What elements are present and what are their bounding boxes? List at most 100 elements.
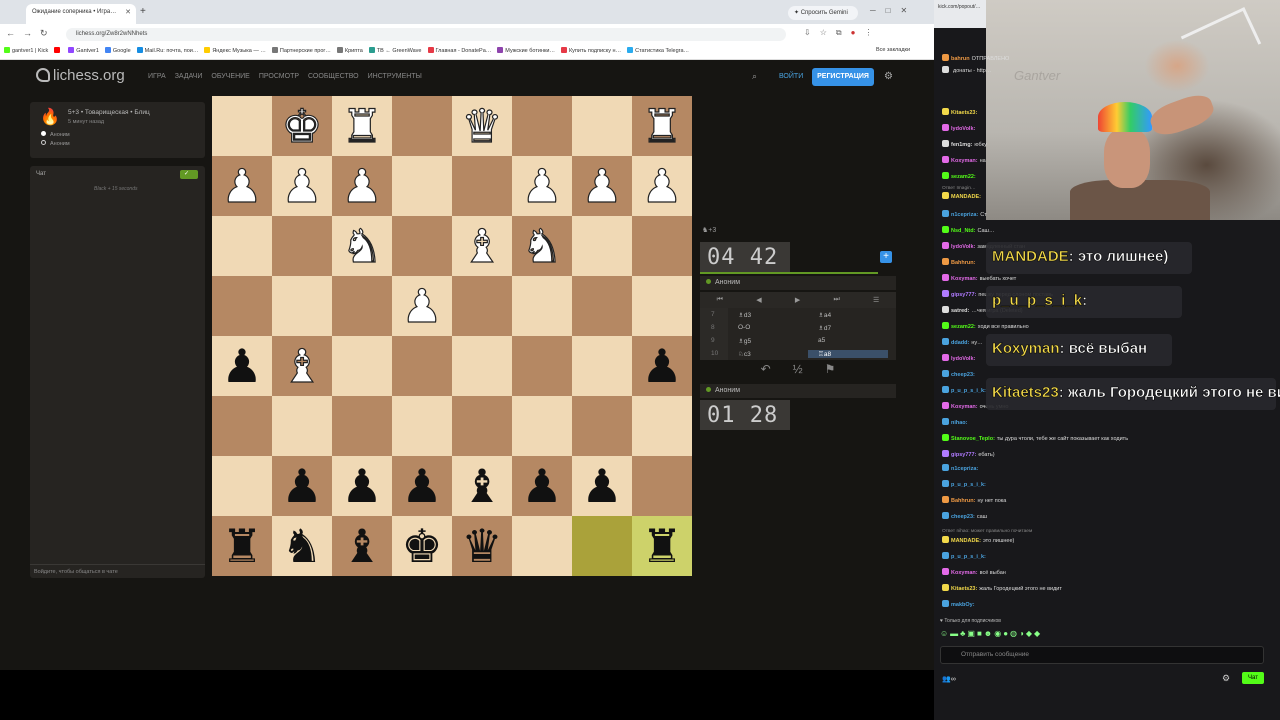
chat-username[interactable]: p_u_p_s_i_k: (951, 388, 986, 394)
bookmark-item[interactable]: Яндекс Музыка — … (204, 47, 266, 54)
move-san[interactable]: ♗g5 (728, 337, 808, 345)
board-square[interactable]: ♟ (632, 336, 692, 396)
url-field[interactable]: lichess.org/Zw8r2wNNhets (66, 28, 786, 41)
next-move-icon[interactable]: ▶ (795, 296, 800, 304)
send-message-input[interactable]: Отправить сообщение (940, 646, 1264, 664)
board-square[interactable] (212, 396, 272, 456)
chat-username[interactable]: n1cepriza: (951, 212, 978, 218)
reload-icon[interactable]: ↻ (40, 28, 56, 38)
move-san[interactable]: ♘c3 (728, 350, 808, 358)
black-queen-piece[interactable]: ♛ (461, 523, 502, 569)
white-pawn-piece[interactable]: ♟ (281, 162, 323, 209)
board-square[interactable] (272, 276, 332, 336)
nav-item[interactable]: ИГРА (148, 73, 166, 80)
nav-item[interactable]: ПРОСМОТР (259, 73, 299, 80)
board-square[interactable]: ♚ (392, 516, 452, 576)
board-square[interactable] (212, 96, 272, 156)
nav-buttons[interactable]: ←→↻ (6, 28, 56, 39)
board-square[interactable] (452, 396, 512, 456)
board-square[interactable]: ♟ (332, 156, 392, 216)
star-icon[interactable]: ☆ (820, 28, 836, 37)
takeback-icon[interactable]: ↶ (761, 362, 771, 380)
board-square[interactable]: ♝ (332, 516, 392, 576)
emote-bar[interactable]: ☺▬♣▣■☻◉●◍◑◆◆ (940, 629, 1042, 638)
board-square[interactable] (392, 396, 452, 456)
chat-username[interactable]: ddadd: (951, 340, 969, 346)
chat-username[interactable]: Koxyman: (951, 404, 978, 410)
board-square[interactable] (572, 276, 632, 336)
bookmark-item[interactable]: Мужские ботинки… (497, 47, 555, 54)
chat-username[interactable]: Bahhrun: (951, 260, 975, 266)
address-bar-icons[interactable]: ⇩☆⧉●⋮ (804, 28, 881, 38)
board-square[interactable] (632, 396, 692, 456)
white-pawn-piece[interactable]: ♟ (341, 162, 383, 209)
menu-icon[interactable]: ☰ (873, 296, 879, 304)
move-san[interactable]: ♗d7 (808, 324, 888, 332)
install-icon[interactable]: ⇩ (804, 28, 820, 37)
nav-item[interactable]: СООБЩЕСТВО (308, 73, 359, 80)
board-square[interactable]: ♝ (452, 216, 512, 276)
nav-item[interactable]: ОБУЧЕНИЕ (211, 73, 249, 80)
board-square[interactable]: ♟ (572, 456, 632, 516)
chat-username[interactable]: p_u_p_s_i_k: (951, 482, 986, 488)
black-knight-piece[interactable]: ♞ (281, 523, 322, 569)
board-square[interactable]: ♜ (332, 96, 392, 156)
new-tab-button[interactable]: + (140, 6, 146, 17)
white-rook-piece[interactable]: ♜ (341, 102, 383, 149)
board-square[interactable] (332, 276, 392, 336)
board-square[interactable]: ♞ (272, 516, 332, 576)
board-square[interactable] (572, 216, 632, 276)
black-pawn-piece[interactable]: ♟ (641, 343, 682, 389)
black-rook-piece[interactable]: ♜ (221, 523, 262, 569)
chat-username[interactable]: lydoVolk: (951, 244, 975, 250)
black-pawn-piece[interactable]: ♟ (401, 463, 442, 509)
bookmark-item[interactable]: Крипта (336, 47, 363, 54)
board-square[interactable] (392, 96, 452, 156)
chat-username[interactable]: sezam22: (951, 174, 976, 180)
chat-username[interactable]: fen1mg: (951, 142, 972, 148)
move-san[interactable]: ♗d3 (728, 311, 808, 319)
board-square[interactable]: ♟ (272, 456, 332, 516)
white-knight-piece[interactable]: ♞ (521, 222, 563, 269)
chat-username[interactable]: sezam22: (951, 324, 976, 330)
black-pawn-piece[interactable]: ♟ (281, 463, 322, 509)
board-square[interactable] (512, 396, 572, 456)
login-link[interactable]: ВОЙТИ (779, 73, 803, 80)
board-square[interactable] (212, 276, 272, 336)
chat-username[interactable]: lydoVolk: (951, 126, 975, 132)
chat-username[interactable]: Kitaets23: (951, 586, 977, 592)
signup-button[interactable]: РЕГИСТРАЦИЯ (812, 68, 874, 86)
board-square[interactable]: ♜ (632, 516, 692, 576)
board-square[interactable]: ♟ (272, 156, 332, 216)
board-square[interactable] (452, 336, 512, 396)
chat-username[interactable]: Koxyman: (951, 158, 978, 164)
board-square[interactable]: ♟ (572, 156, 632, 216)
chat-username[interactable]: nihao: (951, 420, 968, 426)
nav-item[interactable]: ЗАДАЧИ (175, 73, 203, 80)
black-rook-piece[interactable]: ♜ (641, 523, 682, 569)
bookmark-item[interactable]: Главная - DonatePa… (427, 47, 491, 54)
bookmark-item[interactable]: Партнерские прог… (271, 47, 331, 54)
chat-username[interactable]: cheep23: (951, 514, 975, 520)
board-square[interactable] (632, 216, 692, 276)
move-san[interactable]: ♗a4 (808, 311, 888, 319)
board-square[interactable] (392, 156, 452, 216)
search-icon[interactable]: ⌕ (752, 71, 757, 82)
white-bishop-piece[interactable]: ♝ (281, 342, 323, 389)
profile-icon[interactable]: ● (851, 28, 865, 37)
nav-item[interactable]: ИНСТРУМЕНТЫ (368, 73, 422, 80)
white-pawn-piece[interactable]: ♟ (221, 162, 263, 209)
board-square[interactable] (512, 516, 572, 576)
board-square[interactable]: ♟ (632, 156, 692, 216)
board-square[interactable] (332, 336, 392, 396)
chat-username[interactable]: MANDADE: (951, 538, 981, 544)
black-bishop-piece[interactable]: ♝ (341, 523, 382, 569)
menu-icon[interactable]: ⋮ (864, 28, 881, 37)
white-pawn-piece[interactable]: ♟ (641, 162, 683, 209)
chat-settings-icon[interactable]: ⚙ (1222, 673, 1230, 684)
all-bookmarks[interactable]: Все закладки (876, 47, 910, 53)
bookmark-item[interactable]: TB ← GreenWave (368, 47, 422, 54)
chat-input[interactable]: Войдите, чтобы общаться в чате (30, 564, 205, 578)
white-king-piece[interactable]: ♚ (281, 102, 323, 149)
board-square[interactable] (512, 276, 572, 336)
